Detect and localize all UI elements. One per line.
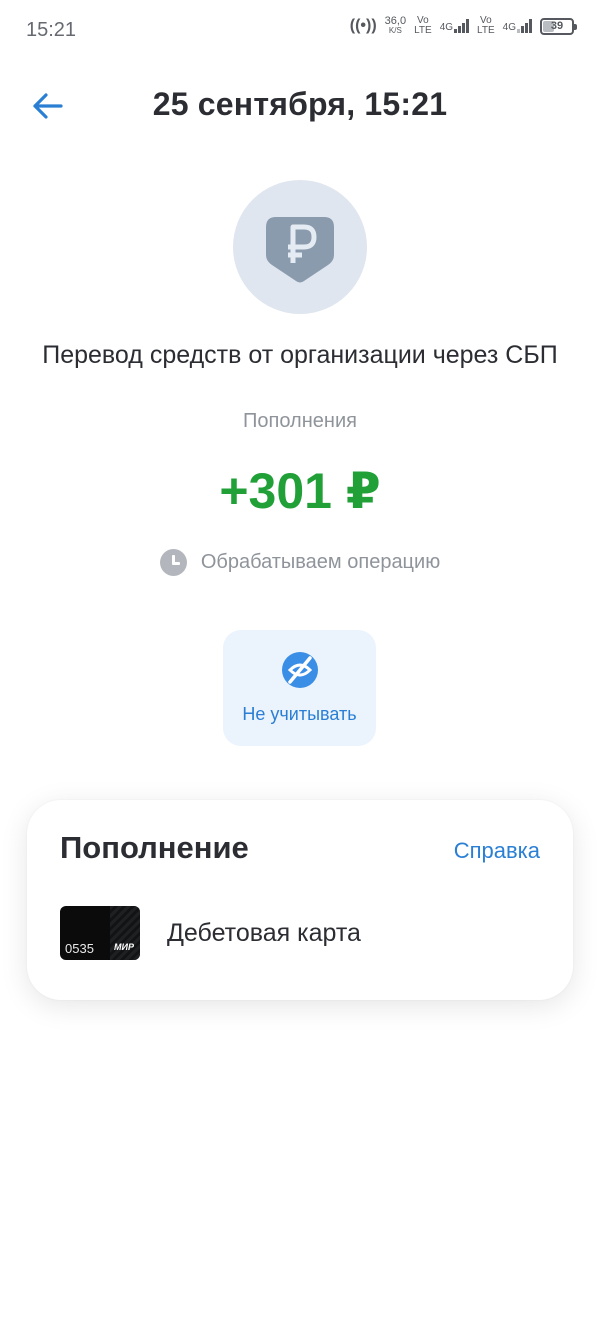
battery-level: 39	[550, 20, 564, 32]
page-title: 25 сентября, 15:21	[152, 86, 448, 122]
operation-status: Обрабатываем операцию	[0, 549, 600, 576]
ignore-button[interactable]: Не учитывать	[223, 630, 376, 746]
volte-indicator-1: Vo LTE	[414, 16, 432, 36]
battery-icon: 39	[540, 17, 577, 35]
lte-label: LTE	[477, 25, 495, 36]
signal-4g-1: 4G	[439, 19, 470, 33]
eye-off-icon	[281, 652, 318, 688]
operation-category: Пополнения	[243, 410, 357, 432]
network-speed: 36,0 K/S	[385, 16, 406, 36]
operation-title: Перевод средств от организации через СБП	[42, 341, 558, 369]
signal-4g-2: 4G	[503, 19, 532, 33]
clock-icon	[159, 549, 187, 576]
operation-logo	[233, 180, 367, 314]
card-brand-logo: МИР	[114, 942, 134, 952]
network-speed-value: 36,0	[384, 15, 407, 27]
status-icons: ((•)) 36,0 K/S Vo LTE 4G Vo LTE 4G 39	[349, 16, 577, 36]
hotspot-icon: ((•))	[349, 17, 377, 34]
volte-indicator-2: Vo LTE	[477, 16, 495, 36]
status-time: 15:21	[26, 19, 77, 41]
card-last-digits: 0535	[65, 941, 94, 956]
network-type-label: 4G	[502, 22, 516, 33]
network-speed-unit: K/S	[388, 26, 402, 35]
operation-amount: +301 ₽	[219, 463, 381, 519]
network-type-label: 4G	[439, 22, 454, 33]
ignore-button-label: Не учитывать	[242, 704, 357, 724]
details-card-title: Пополнение	[60, 830, 249, 865]
bank-card-thumbnail: 0535 МИР	[60, 906, 140, 960]
signal-bars-icon	[517, 19, 532, 33]
account-row[interactable]: 0535 МИР Дебетовая карта	[60, 906, 540, 960]
details-card: Пополнение Справка 0535 МИР Дебетовая ка…	[27, 800, 573, 1000]
ruble-icon	[266, 217, 334, 283]
signal-bars-icon	[454, 19, 470, 33]
help-link[interactable]: Справка	[454, 838, 540, 864]
status-bar: 15:21 ((•)) 36,0 K/S Vo LTE 4G Vo LTE 4G	[0, 0, 600, 60]
account-label: Дебетовая карта	[167, 918, 361, 947]
lte-label: LTE	[414, 25, 432, 36]
operation-status-text: Обрабатываем операцию	[200, 551, 441, 573]
